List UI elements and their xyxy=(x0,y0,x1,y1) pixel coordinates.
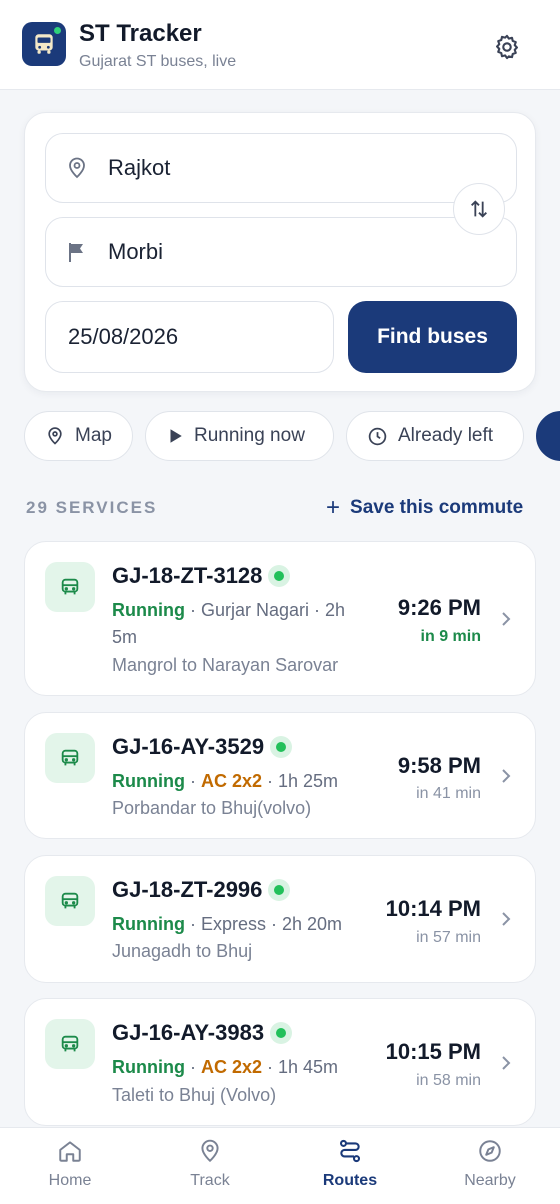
bus-route: Junagadh to Bhuj xyxy=(112,941,253,961)
bus-type: Gurjar Nagari xyxy=(200,600,310,620)
live-status-dot xyxy=(268,879,291,901)
bus-icon xyxy=(45,733,95,783)
nav-nearby[interactable]: Nearby xyxy=(420,1128,560,1204)
bus-status: Running xyxy=(112,600,185,620)
chevron-right-icon xyxy=(502,612,511,626)
bus-icon xyxy=(45,1019,95,1069)
bus-status: Running xyxy=(112,914,185,934)
bus-eta: in 9 min xyxy=(420,628,481,645)
app-header: ST Tracker Gujarat ST buses, live xyxy=(0,0,560,90)
filter-chips: Map Running now Already left xyxy=(24,411,560,461)
bottom-nav: Home Track Routes Nearby xyxy=(0,1127,560,1204)
chip-label: Map xyxy=(75,425,112,446)
bus-route: Mangrol to Narayan Sarovar xyxy=(112,655,339,675)
bus-meta: Running · Express · 2h 20m xyxy=(112,914,343,934)
chip-map[interactable]: Map xyxy=(24,411,133,461)
play-icon xyxy=(166,427,184,445)
swap-button[interactable] xyxy=(453,183,505,235)
bus-reg: GJ-16-AY-3983 xyxy=(112,1020,293,1046)
bus-time: 10:15 PM xyxy=(385,1039,481,1064)
nav-label: Home xyxy=(48,1172,92,1189)
map-pin-icon xyxy=(201,1139,219,1163)
bus-icon xyxy=(45,562,95,612)
bus-duration: 1h 25m xyxy=(278,771,339,791)
bus-type: AC 2x2 xyxy=(200,771,263,791)
chip-more[interactable] xyxy=(536,411,560,461)
bus-card[interactable]: GJ-16-AY-3983 Running · AC 2x2 · 1h 45m … xyxy=(24,998,536,1126)
compass-icon xyxy=(479,1140,501,1162)
nav-label: Routes xyxy=(322,1172,378,1189)
home-icon xyxy=(59,1141,81,1162)
to-value: Morbi xyxy=(108,239,164,264)
bus-duration: 2h 20m xyxy=(282,914,343,934)
bus-reg-number: GJ-16-AY-3983 xyxy=(112,1020,265,1045)
bus-card[interactable]: GJ-16-AY-3529 Running · AC 2x2 · 1h 25m … xyxy=(24,712,536,839)
settings-button[interactable] xyxy=(490,30,524,64)
bus-card[interactable]: GJ-18-ZT-2996 Running · Express · 2h 20m… xyxy=(24,855,536,983)
app-subtitle: Gujarat ST buses, live xyxy=(79,53,237,70)
bus-time: 9:26 PM xyxy=(397,595,481,620)
nav-home[interactable]: Home xyxy=(0,1128,140,1204)
swap-arrows-icon xyxy=(471,200,487,218)
bus-type: AC 2x2 xyxy=(200,1057,263,1077)
search-card: Rajkot Morbi 25/08/2026 Find buses xyxy=(24,112,536,392)
bus-route: Taleti to Bhuj (Volvo) xyxy=(112,1085,277,1105)
nav-routes[interactable]: Routes xyxy=(280,1128,420,1204)
bus-reg: GJ-16-AY-3529 xyxy=(112,734,293,760)
bus-reg: GJ-18-ZT-2996 xyxy=(112,877,291,903)
bus-meta: Running · AC 2x2 · 1h 45m xyxy=(112,1057,339,1077)
bus-icon xyxy=(45,876,95,926)
app-title: ST Tracker xyxy=(79,20,202,47)
find-buses-button[interactable]: Find buses xyxy=(348,301,517,373)
routes-icon xyxy=(339,1139,361,1163)
nav-label: Nearby xyxy=(464,1172,516,1189)
bus-eta: in 57 min xyxy=(416,929,481,946)
plus-icon: + xyxy=(326,494,341,521)
chevron-right-icon xyxy=(502,1056,511,1070)
bus-reg-number: GJ-16-AY-3529 xyxy=(112,734,265,759)
chevron-right-icon xyxy=(502,912,511,926)
bus-route: Porbandar to Bhuj(volvo) xyxy=(112,798,312,818)
clock-icon xyxy=(367,426,388,447)
map-pin-icon xyxy=(45,426,65,446)
bus-reg-number: GJ-18-ZT-2996 xyxy=(112,877,263,902)
bus-status: Running xyxy=(112,1057,185,1077)
bus-eta: in 41 min xyxy=(416,785,481,802)
bus-meta: Running · Gurjar Nagari · 2h 5m xyxy=(112,600,346,647)
bus-duration: 1h 45m xyxy=(278,1057,339,1077)
bus-reg: GJ-18-ZT-3128 xyxy=(112,563,291,589)
bus-status: Running xyxy=(112,771,185,791)
services-count: 29 SERVICES xyxy=(26,498,158,517)
bus-logo-icon xyxy=(35,34,53,54)
live-status-dot xyxy=(268,565,291,587)
bus-reg-number: GJ-18-ZT-3128 xyxy=(112,563,263,588)
nav-label: Track xyxy=(190,1172,230,1189)
bus-card[interactable]: GJ-18-ZT-3128 Running · Gurjar Nagari · … xyxy=(24,541,536,696)
flag-icon xyxy=(46,239,108,265)
chip-running-now[interactable]: Running now xyxy=(145,411,334,461)
bus-time: 10:14 PM xyxy=(385,896,481,921)
live-status-dot xyxy=(270,1022,293,1044)
bus-meta: Running · AC 2x2 · 1h 25m xyxy=(112,771,339,791)
live-indicator-dot xyxy=(54,27,61,34)
live-status-dot xyxy=(270,736,293,758)
gear-icon xyxy=(496,34,518,60)
chip-already-left[interactable]: Already left xyxy=(346,411,524,461)
from-value: Rajkot xyxy=(108,155,171,180)
save-commute-label: Save this commute xyxy=(350,497,524,518)
to-field[interactable]: Morbi xyxy=(45,217,517,287)
bus-eta: in 58 min xyxy=(416,1072,481,1089)
save-commute-button[interactable]: + Save this commute xyxy=(326,496,523,520)
date-field[interactable]: 25/08/2026 xyxy=(45,301,334,373)
chip-label: Already left xyxy=(398,425,494,446)
map-pin-icon xyxy=(46,155,108,181)
app-logo xyxy=(22,22,66,66)
nav-track[interactable]: Track xyxy=(140,1128,280,1204)
bus-time: 9:58 PM xyxy=(397,753,481,778)
from-field[interactable]: Rajkot xyxy=(45,133,517,203)
chip-label: Running now xyxy=(194,425,305,446)
bus-type: Express xyxy=(200,914,267,934)
chevron-right-icon xyxy=(502,769,511,783)
